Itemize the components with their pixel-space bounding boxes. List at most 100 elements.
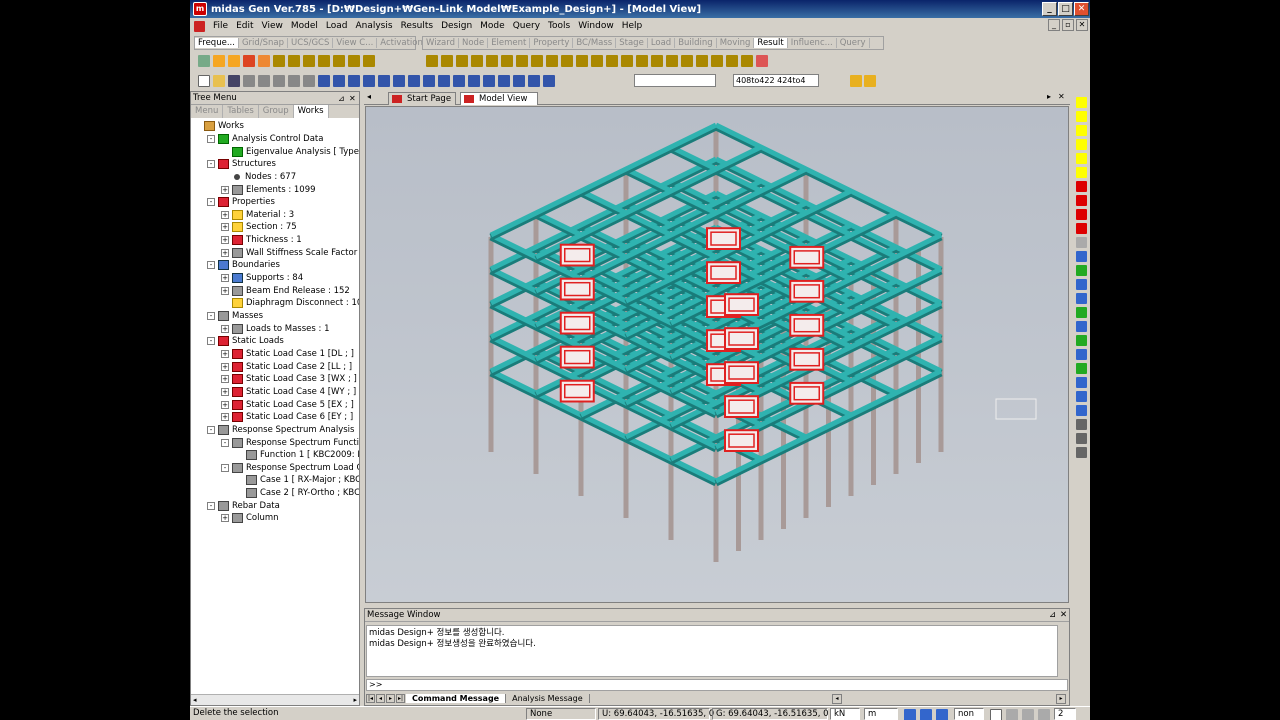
command-input[interactable]: >> — [366, 679, 1068, 691]
menu-analysis[interactable]: Analysis — [351, 21, 396, 31]
select-icon[interactable] — [198, 55, 210, 67]
select-all-icon[interactable] — [423, 75, 435, 87]
tree-expander-icon[interactable]: + — [221, 375, 229, 384]
tree-node[interactable]: + Beam End Release : 152 — [221, 284, 350, 297]
tree-expander-icon[interactable]: - — [221, 463, 229, 472]
tree-expander-icon[interactable]: - — [207, 501, 215, 510]
tree-tab-group[interactable]: Group — [259, 105, 294, 118]
menu-query[interactable]: Query — [509, 21, 544, 31]
menu-model[interactable]: Model — [287, 21, 322, 31]
tab-stage[interactable]: Stage — [616, 38, 648, 48]
tree-node[interactable]: Nodes : 677 — [221, 171, 296, 184]
rotate-up-icon[interactable] — [1075, 209, 1087, 220]
unselect-all-icon[interactable] — [408, 75, 420, 87]
iso-view-icon[interactable] — [1075, 265, 1087, 276]
vector-icon[interactable] — [651, 55, 663, 67]
menu-edit[interactable]: Edit — [232, 21, 257, 31]
inactivate-icon[interactable] — [453, 75, 465, 87]
menu-help[interactable]: Help — [618, 21, 647, 31]
tab-element[interactable]: Element — [488, 38, 531, 48]
new-file-icon[interactable] — [198, 75, 210, 87]
mdi-minimize-button[interactable]: _ — [1048, 19, 1060, 31]
tree-expander-icon[interactable]: + — [221, 286, 229, 295]
activate-icon[interactable] — [438, 75, 450, 87]
rotate-icon[interactable] — [528, 75, 540, 87]
tree-node[interactable]: - Response Spectrum Functions — [221, 436, 359, 449]
tab-query[interactable]: Query — [837, 38, 870, 48]
prev-tab-icon[interactable]: ◂ — [376, 694, 385, 703]
tree-node[interactable]: + Static Load Case 2 [LL ; ] — [221, 360, 352, 373]
help-icon[interactable] — [990, 709, 1002, 720]
mdi-restore-button[interactable]: ▫ — [1062, 19, 1074, 31]
table-icon[interactable] — [591, 55, 603, 67]
cut-icon[interactable] — [243, 75, 255, 87]
menu-file[interactable]: File — [209, 21, 232, 31]
menu-tools[interactable]: Tools — [544, 21, 574, 31]
activate-all-icon[interactable] — [468, 75, 480, 87]
tab-model-view[interactable]: Model View — [460, 92, 538, 105]
front-view-icon[interactable] — [1075, 293, 1087, 304]
open-folder-icon[interactable] — [213, 75, 225, 87]
move-arrows-icon[interactable] — [1075, 447, 1087, 458]
light-icon[interactable] — [1075, 377, 1087, 388]
tab-grid-snap[interactable]: Grid/Snap — [239, 38, 289, 48]
msg-scroll-left-icon[interactable]: ◂ — [832, 693, 842, 704]
display-icon[interactable] — [1075, 363, 1087, 374]
combination-icon[interactable] — [726, 55, 738, 67]
tree-node[interactable]: - Structures — [207, 158, 276, 171]
tree-node[interactable]: + Section : 75 — [221, 221, 297, 234]
diagram-icon[interactable] — [576, 55, 588, 67]
snap-icon[interactable] — [1022, 709, 1034, 720]
displacement-icon[interactable] — [456, 55, 468, 67]
last-tab-icon[interactable]: ▸| — [396, 694, 405, 703]
hidden-icon[interactable] — [1075, 335, 1087, 346]
tree-node[interactable]: Case 1 [ RX-Major ; KBC2 — [235, 474, 359, 487]
msg-close-icon[interactable]: ✕ — [1060, 609, 1067, 622]
tab-close-icon[interactable]: ✕ — [1058, 92, 1065, 101]
animation-icon[interactable] — [621, 55, 633, 67]
inverse-icon[interactable] — [483, 75, 495, 87]
tree-expander-icon[interactable]: - — [207, 160, 215, 169]
shrink-icon[interactable] — [1075, 349, 1087, 360]
perspective-icon[interactable] — [1075, 321, 1087, 332]
tab-building[interactable]: Building — [675, 38, 717, 48]
grid-icon[interactable] — [1006, 709, 1018, 720]
tree-node[interactable]: Case 2 [ RY-Ortho ; KBC2 — [235, 487, 359, 500]
preview-icon[interactable] — [303, 75, 315, 87]
tree-expander-icon[interactable]: + — [221, 400, 229, 409]
tree-node[interactable]: + Static Load Case 4 [WY ; ] — [221, 386, 356, 399]
tab-influence[interactable]: Influenc... — [788, 38, 837, 48]
menu-view[interactable]: View — [258, 21, 287, 31]
tree-tab-menu[interactable]: Menu — [191, 105, 224, 118]
section-cut-icon[interactable] — [666, 55, 678, 67]
top-view-icon[interactable] — [1075, 279, 1087, 290]
pencil-icon[interactable] — [228, 55, 240, 67]
reaction-icon[interactable] — [426, 55, 438, 67]
tab-activation[interactable]: Activation — [377, 38, 427, 48]
mass-icon[interactable] — [363, 55, 375, 67]
menu-window[interactable]: Window — [574, 21, 618, 31]
tree-expander-icon[interactable]: + — [221, 349, 229, 358]
tab-moving[interactable]: Moving — [717, 38, 755, 48]
first-tab-icon[interactable]: |◂ — [366, 694, 375, 703]
tree-node[interactable]: Works — [193, 120, 244, 133]
tree-node[interactable]: + Static Load Case 1 [DL ; ] — [221, 348, 354, 361]
camera-icon[interactable] — [1075, 405, 1087, 416]
pan-icon[interactable] — [513, 75, 525, 87]
moment-icon[interactable] — [303, 55, 315, 67]
temp-icon[interactable] — [348, 55, 360, 67]
tree-expander-icon[interactable]: + — [221, 274, 229, 283]
tree-node[interactable]: + Static Load Case 3 [WX ; ] — [221, 373, 357, 386]
zoom-all-icon[interactable] — [1075, 167, 1087, 178]
beam-load-icon[interactable] — [333, 55, 345, 67]
select-previous-icon[interactable] — [393, 75, 405, 87]
tab-frequently-used[interactable]: Freque... — [195, 38, 239, 48]
select-plane-icon[interactable] — [363, 75, 375, 87]
structural-model-3d[interactable] — [366, 107, 1068, 602]
eye-icon[interactable] — [936, 709, 948, 720]
tab-analysis-message[interactable]: Analysis Message — [506, 694, 590, 703]
result-extract-icon[interactable] — [711, 55, 723, 67]
zoom-window-icon[interactable] — [498, 75, 510, 87]
tab-result[interactable]: Result — [754, 38, 788, 48]
tree-tab-works[interactable]: Works — [293, 105, 329, 118]
